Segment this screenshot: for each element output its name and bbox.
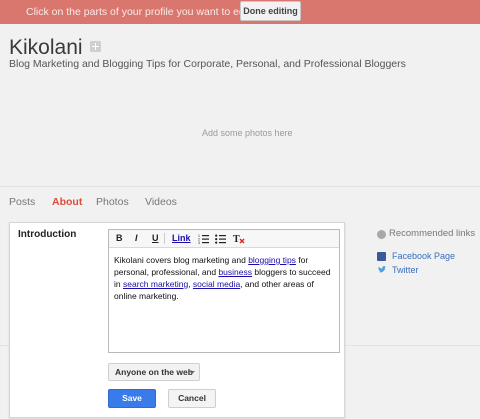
save-button[interactable]: Save [108, 389, 156, 408]
edit-mode-message: Click on the parts of your profile you w… [26, 6, 254, 18]
bulleted-list-icon[interactable] [215, 233, 226, 247]
globe-icon [377, 230, 386, 239]
cancel-button[interactable]: Cancel [168, 389, 216, 408]
intro-text: Kikolani covers blog marketing and [114, 255, 249, 265]
add-photos-hint[interactable]: Add some photos here [202, 128, 293, 138]
twitter-link-label: Twitter [392, 265, 419, 275]
underline-button[interactable]: U [152, 233, 159, 244]
introduction-card: Introduction B I U Link 123 T Kikolani c… [9, 222, 345, 418]
tab-photos[interactable]: Photos [96, 196, 129, 208]
visibility-dropdown[interactable]: Anyone on the web [108, 363, 200, 381]
tab-videos[interactable]: Videos [145, 196, 177, 208]
done-editing-button[interactable]: Done editing [240, 1, 301, 21]
visibility-label: Anyone on the web [115, 367, 193, 377]
edit-mode-bar: Click on the parts of your profile you w… [0, 0, 480, 24]
twitter-icon [377, 265, 387, 275]
link-social-media[interactable]: social media [193, 279, 240, 289]
italic-button[interactable]: I [135, 233, 138, 244]
link-search-marketing[interactable]: search marketing [123, 279, 188, 289]
profile-tabs: Posts About Photos Videos [0, 186, 480, 216]
editor-toolbar: B I U Link 123 T [109, 230, 339, 248]
tab-posts[interactable]: Posts [9, 196, 35, 208]
facebook-link-label: Facebook Page [392, 251, 456, 261]
svg-text:T: T [233, 234, 240, 244]
facebook-icon [377, 252, 386, 261]
link-business[interactable]: business [218, 267, 252, 277]
recommended-links-title: Recommended links [389, 228, 476, 239]
profile-tagline[interactable]: Blog Marketing and Blogging Tips for Cor… [9, 58, 406, 70]
introduction-text[interactable]: Kikolani covers blog marketing and blogg… [114, 254, 336, 302]
clear-formatting-icon[interactable]: T [233, 233, 245, 247]
bold-button[interactable]: B [116, 233, 123, 244]
chevron-down-icon [189, 371, 195, 374]
svg-text:3: 3 [198, 241, 200, 244]
link-blogging-tips[interactable]: blogging tips [248, 255, 296, 265]
add-icon[interactable] [90, 41, 101, 52]
toolbar-separator [164, 233, 165, 244]
numbered-list-icon[interactable]: 123 [198, 233, 209, 247]
link-button[interactable]: Link [172, 233, 191, 244]
tab-about[interactable]: About [52, 196, 82, 208]
introduction-label: Introduction [18, 229, 77, 240]
profile-name[interactable]: Kikolani [9, 36, 83, 60]
rich-text-editor[interactable]: B I U Link 123 T Kikolani covers blog ma… [108, 229, 340, 353]
